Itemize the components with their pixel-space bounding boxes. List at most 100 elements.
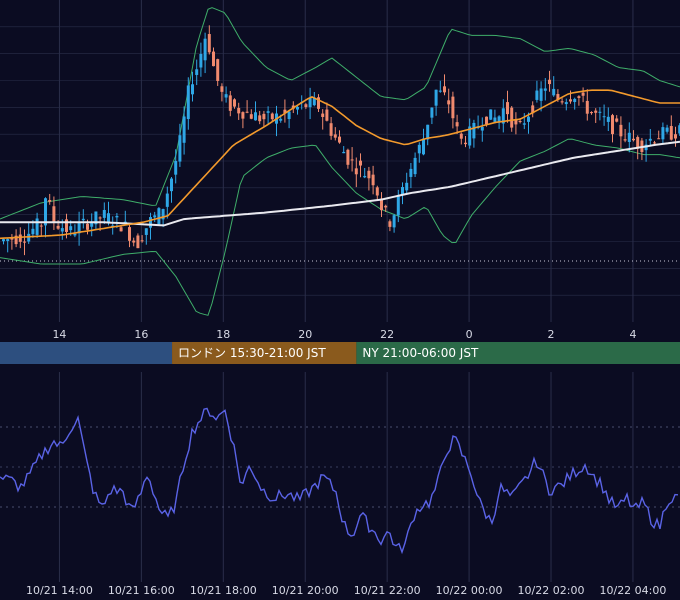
candle-down [346,149,350,165]
candle-up [296,106,299,110]
candle-down [577,96,581,98]
moving-average-long [0,140,680,227]
bottom-tick-label: 10/22 04:00 [599,584,666,597]
candle-down [619,124,623,137]
candle-up [6,239,10,242]
candle-down [455,122,459,127]
candle-down [464,142,467,145]
candle-up [31,228,35,235]
candle-up [178,135,182,162]
candle-up [489,109,493,120]
candle-up [60,228,64,232]
trading-chart[interactable]: 14 16 18 20 22 0 2 4 ロンドン 15:30-21:00 JST NY 21:… [0,0,680,600]
candle-down [590,112,593,114]
candle-down [485,116,488,125]
candle-down [220,86,224,92]
oscillator-panel [0,407,679,555]
candle-down [615,118,619,122]
candle-up [527,116,530,122]
candle-up [2,239,5,242]
candle-up [115,215,119,218]
candle-down [245,111,249,113]
candle-up [342,151,346,154]
candle-up [472,122,476,139]
candle-up [144,228,148,235]
candle-up [27,233,31,242]
candle-down [611,115,614,135]
x-tick-label: 0 [466,328,473,341]
grid-lines [0,0,680,582]
candle-up [422,138,425,155]
candle-down [128,227,131,241]
candle-down [18,234,22,242]
x-tick-label: 20 [298,328,312,341]
x-tick-label: 16 [134,328,148,341]
candle-up [405,182,409,191]
candle-up [157,208,161,225]
candle-down [52,206,56,222]
candle-down [623,139,627,141]
x-tick-label: 18 [216,328,230,341]
candle-down [207,34,211,53]
candle-up [254,112,257,121]
x-tick-label: 14 [52,328,66,341]
candle-down [581,92,585,96]
candle-down [354,168,358,175]
candle-up [69,226,73,231]
candle-up [409,168,413,177]
candle-up [480,127,484,131]
candle-down [569,99,572,102]
candle-down [56,225,60,229]
candle-up [430,107,434,118]
session-label: ロンドン 15:30-21:00 JST [178,346,326,360]
candle-up [661,127,665,140]
candle-up [417,144,421,154]
x-tick-label: 2 [548,328,555,341]
bollinger-lower-band [0,138,680,316]
candle-down [653,142,656,144]
candle-down [388,221,392,227]
candle-down [585,100,589,114]
candle-up [392,215,396,228]
session-block [0,342,173,364]
candle-up [413,157,417,175]
candle-down [23,241,26,243]
candle-down [632,138,635,141]
candle-up [522,123,526,125]
candle-down [233,99,236,107]
candle-up [396,195,400,216]
candle-up [199,53,203,68]
candle-up [81,218,85,221]
candle-down [216,59,220,81]
candle-up [552,88,556,96]
candle-up [224,94,228,98]
candle-up [182,116,186,143]
candle-up [535,90,539,100]
oscillator-line [0,407,679,555]
candle-down [119,227,123,232]
candle-up [107,213,110,223]
candle-up [102,209,106,218]
candle-up [627,132,631,142]
candle-down [321,113,325,117]
candle-down [237,107,241,114]
candle-down [258,115,262,122]
candle-down [560,101,564,103]
bottom-tick-label: 10/22 00:00 [436,584,503,597]
candle-up [665,127,669,132]
candle-up [438,90,442,92]
candle-down [548,79,551,85]
x-tick-label: 22 [380,328,394,341]
candle-down [359,160,362,166]
x-tick-label: 4 [629,328,636,341]
candle-down [594,110,598,113]
candlestick-series [2,25,680,256]
x-axis-tick-labels: 14 16 18 20 22 0 2 4 [52,328,636,341]
candle-up [165,193,169,207]
bottom-tick-label: 10/21 16:00 [108,584,175,597]
candle-up [287,111,291,120]
candle-down [384,205,388,208]
candle-down [674,134,677,139]
candle-up [73,233,77,236]
bottom-tick-label: 10/22 02:00 [518,584,585,597]
